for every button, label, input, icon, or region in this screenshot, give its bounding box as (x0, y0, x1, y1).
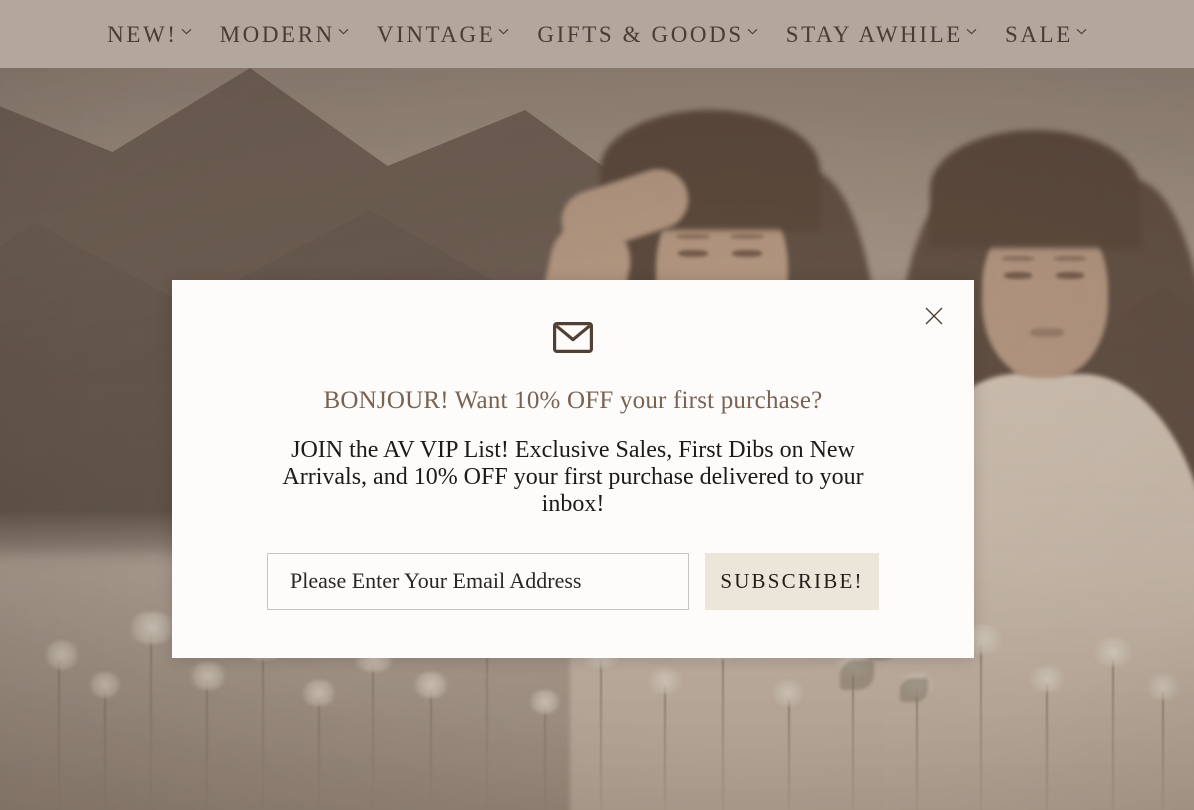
chevron-down-icon[interactable] (747, 25, 758, 37)
email-input[interactable] (267, 552, 689, 610)
modal-body-text: JOIN the AV VIP List! Exclusive Sales, F… (282, 437, 864, 517)
modal-content: BONJOUR! Want 10% OFF your first purchas… (172, 280, 974, 610)
newsletter-signup-modal: BONJOUR! Want 10% OFF your first purchas… (172, 280, 974, 658)
nav-item-new[interactable]: NEW! (93, 23, 205, 46)
modal-headline: BONJOUR! Want 10% OFF your first purchas… (323, 387, 823, 414)
main-navigation: NEW! MODERN VINTAGE GIFTS & GOODS STAY A… (0, 0, 1194, 68)
envelope-icon (553, 322, 593, 353)
nav-item-sale[interactable]: SALE (991, 23, 1101, 46)
page-root: NEW! MODERN VINTAGE GIFTS & GOODS STAY A… (0, 0, 1194, 810)
nav-item-label: NEW! (107, 21, 178, 47)
nav-item-label: VINTAGE (376, 21, 496, 47)
nav-item-stay-awhile[interactable]: STAY AWHILE (772, 23, 991, 46)
nav-item-label: MODERN (219, 21, 335, 47)
nav-item-vintage[interactable]: VINTAGE (363, 23, 524, 46)
nav-item-label: SALE (1004, 21, 1073, 47)
nav-item-label: STAY AWHILE (785, 21, 963, 47)
chevron-down-icon[interactable] (1076, 25, 1087, 37)
subscribe-button[interactable]: SUBSCRIBE! (705, 552, 879, 610)
chevron-down-icon[interactable] (181, 25, 192, 37)
nav-item-gifts-and-goods[interactable]: GIFTS & GOODS (523, 23, 771, 46)
nav-item-modern[interactable]: MODERN (206, 23, 363, 46)
chevron-down-icon[interactable] (338, 25, 349, 37)
chevron-down-icon[interactable] (966, 25, 977, 37)
chevron-down-icon[interactable] (498, 25, 509, 37)
newsletter-form: SUBSCRIBE! (267, 552, 879, 610)
nav-item-label: GIFTS & GOODS (537, 21, 744, 47)
close-icon[interactable] (920, 302, 948, 330)
